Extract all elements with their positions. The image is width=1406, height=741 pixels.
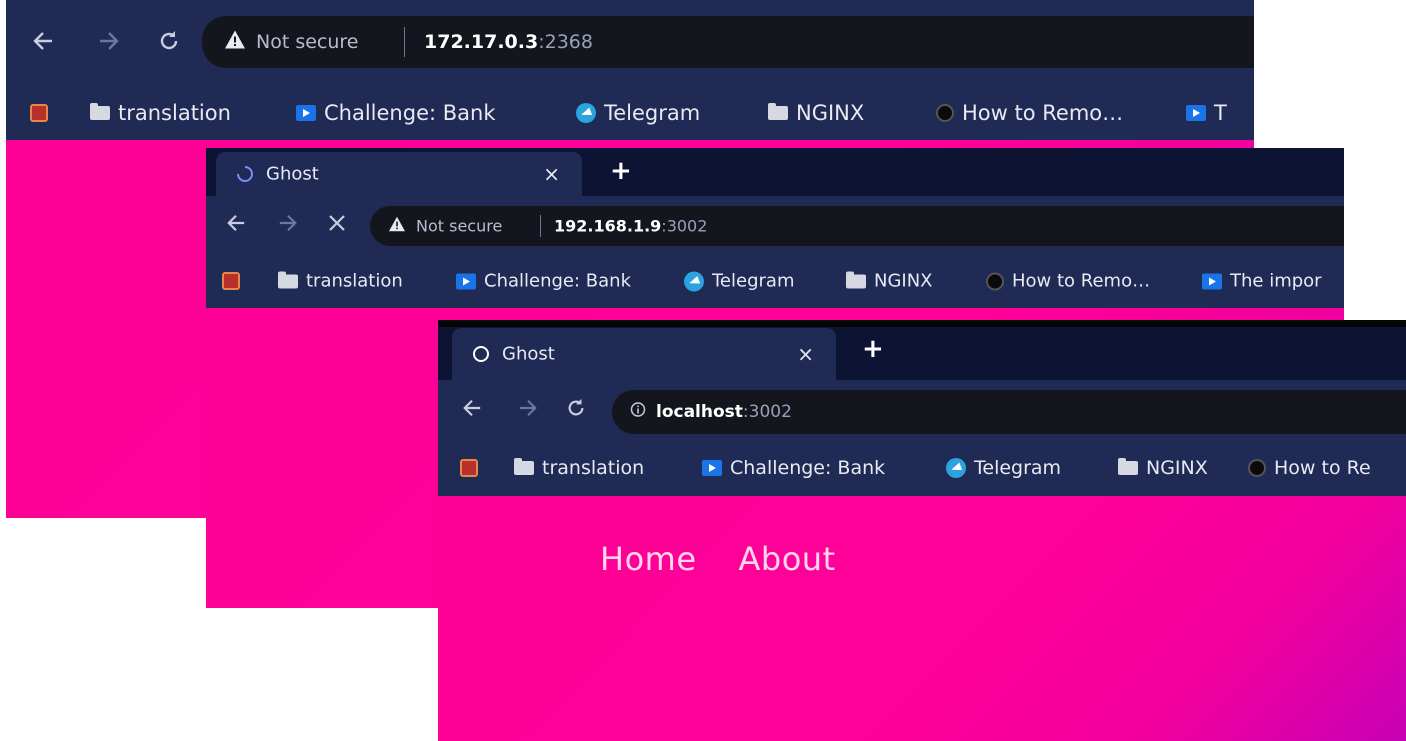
not-secure-label[interactable]: Not secure [256,31,359,53]
close-tab-icon[interactable]: × [797,342,814,366]
video-icon [296,105,316,121]
address-bar[interactable]: localhost:3002 [612,390,1406,434]
forward-arrow-icon[interactable] [518,398,538,422]
bookmark-app[interactable] [460,459,478,477]
folder-icon [278,271,298,288]
tab-strip: Ghost × + [438,320,1406,380]
bookmark-telegram[interactable]: Telegram [576,101,700,125]
nav-link-about[interactable]: About [739,540,836,578]
bookmark-truncated[interactable]: T [1186,101,1227,125]
bookmark-challenge-bank[interactable]: Challenge: Bank [702,457,885,479]
circle-favicon-icon [472,345,490,363]
reload-icon[interactable] [566,398,586,422]
bookmark-translation[interactable]: translation [278,271,403,292]
telegram-icon [576,103,596,123]
video-icon [1202,273,1222,289]
bookmark-translation[interactable]: translation [514,457,644,479]
browser-window-3: Ghost × + localhost:3002 translation Cha… [438,320,1406,741]
nav-link-home[interactable]: Home [600,540,697,578]
tab-title: Ghost [266,163,319,185]
bookmarks-bar: translation Challenge: Bank Telegram NGI… [438,440,1406,496]
bookmark-nginx[interactable]: NGINX [1118,457,1208,479]
forward-arrow-icon[interactable] [278,213,298,237]
address-bar[interactable]: Not secure 192.168.1.9:3002 [370,206,1344,246]
new-tab-button[interactable]: + [862,336,884,362]
folder-icon [1118,458,1138,475]
video-icon [1186,105,1206,121]
bookmark-how-to-remove[interactable]: How to Remo… [936,101,1123,125]
separator [540,214,541,238]
loading-spinner-icon [236,165,254,183]
hexagon-icon [1248,459,1266,477]
bookmark-telegram[interactable]: Telegram [684,271,794,292]
back-arrow-icon[interactable] [226,213,246,237]
page-content: Home About [438,496,1406,741]
new-tab-button[interactable]: + [610,158,632,184]
toolbar: localhost:3002 [438,380,1406,440]
bookmarks-bar: translation Challenge: Bank Telegram NGI… [206,254,1344,308]
video-icon [702,460,722,476]
tab-title: Ghost [502,343,555,365]
folder-icon [514,458,534,475]
site-nav: Home About [600,540,836,578]
bookmarks-bar: translation Challenge: Bank Telegram NGI… [6,86,1254,140]
tab-strip: Ghost × + [206,148,1344,196]
bookmark-app[interactable] [222,272,240,290]
toolbar: Not secure 172.17.0.3:2368 [6,0,1254,86]
stop-loading-icon[interactable] [328,214,346,236]
warning-triangle-icon [388,216,406,236]
close-tab-icon[interactable]: × [543,162,560,186]
url-text[interactable]: 172.17.0.3:2368 [424,31,593,53]
back-arrow-icon[interactable] [462,398,482,422]
not-secure-label[interactable]: Not secure [416,217,502,236]
bookmark-translation[interactable]: translation [90,101,231,125]
hexagon-icon [986,272,1004,290]
app-icon [460,459,478,477]
folder-icon [90,103,110,120]
warning-triangle-icon [224,30,246,55]
app-icon [222,272,240,290]
telegram-icon [684,271,704,291]
bookmark-how-to-remove[interactable]: How to Remo… [986,271,1150,292]
telegram-icon [946,458,966,478]
url-text[interactable]: localhost:3002 [656,402,792,422]
url-text[interactable]: 192.168.1.9:3002 [554,217,707,236]
reload-icon[interactable] [158,30,180,56]
bookmark-challenge-bank[interactable]: Challenge: Bank [296,101,496,125]
back-arrow-icon[interactable] [32,30,54,56]
info-icon[interactable] [630,402,646,423]
forward-arrow-icon[interactable] [98,30,120,56]
bookmark-app[interactable] [30,104,48,122]
bookmark-the-importance[interactable]: The impor [1202,271,1322,292]
bookmark-nginx[interactable]: NGINX [768,101,864,125]
bookmark-telegram[interactable]: Telegram [946,457,1061,479]
folder-icon [846,271,866,288]
video-icon [456,273,476,289]
tab-ghost[interactable]: Ghost × [216,152,582,196]
bookmark-nginx[interactable]: NGINX [846,271,933,292]
address-bar[interactable]: Not secure 172.17.0.3:2368 [202,16,1254,68]
bookmark-challenge-bank[interactable]: Challenge: Bank [456,271,631,292]
app-icon [30,104,48,122]
separator [404,27,405,57]
tab-ghost[interactable]: Ghost × [452,328,836,380]
bookmark-how-to-remove[interactable]: How to Re [1248,457,1371,479]
toolbar: Not secure 192.168.1.9:3002 [206,196,1344,254]
folder-icon [768,103,788,120]
hexagon-icon [936,104,954,122]
